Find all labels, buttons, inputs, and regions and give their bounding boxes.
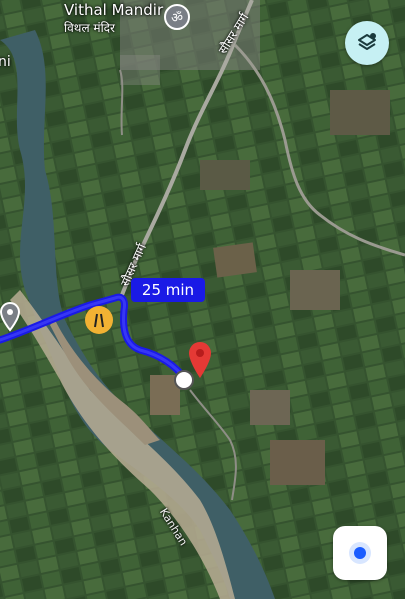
place-name-hindi-label: विथल मंदिर (64, 21, 115, 35)
my-location-icon (349, 542, 371, 564)
edge-place-label: ni (0, 54, 11, 70)
layers-button[interactable] (345, 21, 389, 65)
eta-badge[interactable]: 25 min (131, 278, 205, 302)
temple-icon[interactable]: ॐ (164, 4, 190, 30)
start-pin-icon[interactable] (0, 302, 20, 332)
layers-icon (358, 33, 376, 50)
place-name-label[interactable]: Vithal Mandir (64, 1, 163, 19)
eta-text: 25 min (141, 281, 195, 299)
narrow-road-glyph (94, 313, 104, 328)
route-end-dot[interactable] (174, 370, 194, 390)
narrow-road-icon[interactable] (85, 306, 113, 334)
my-location-button[interactable] (333, 526, 387, 580)
